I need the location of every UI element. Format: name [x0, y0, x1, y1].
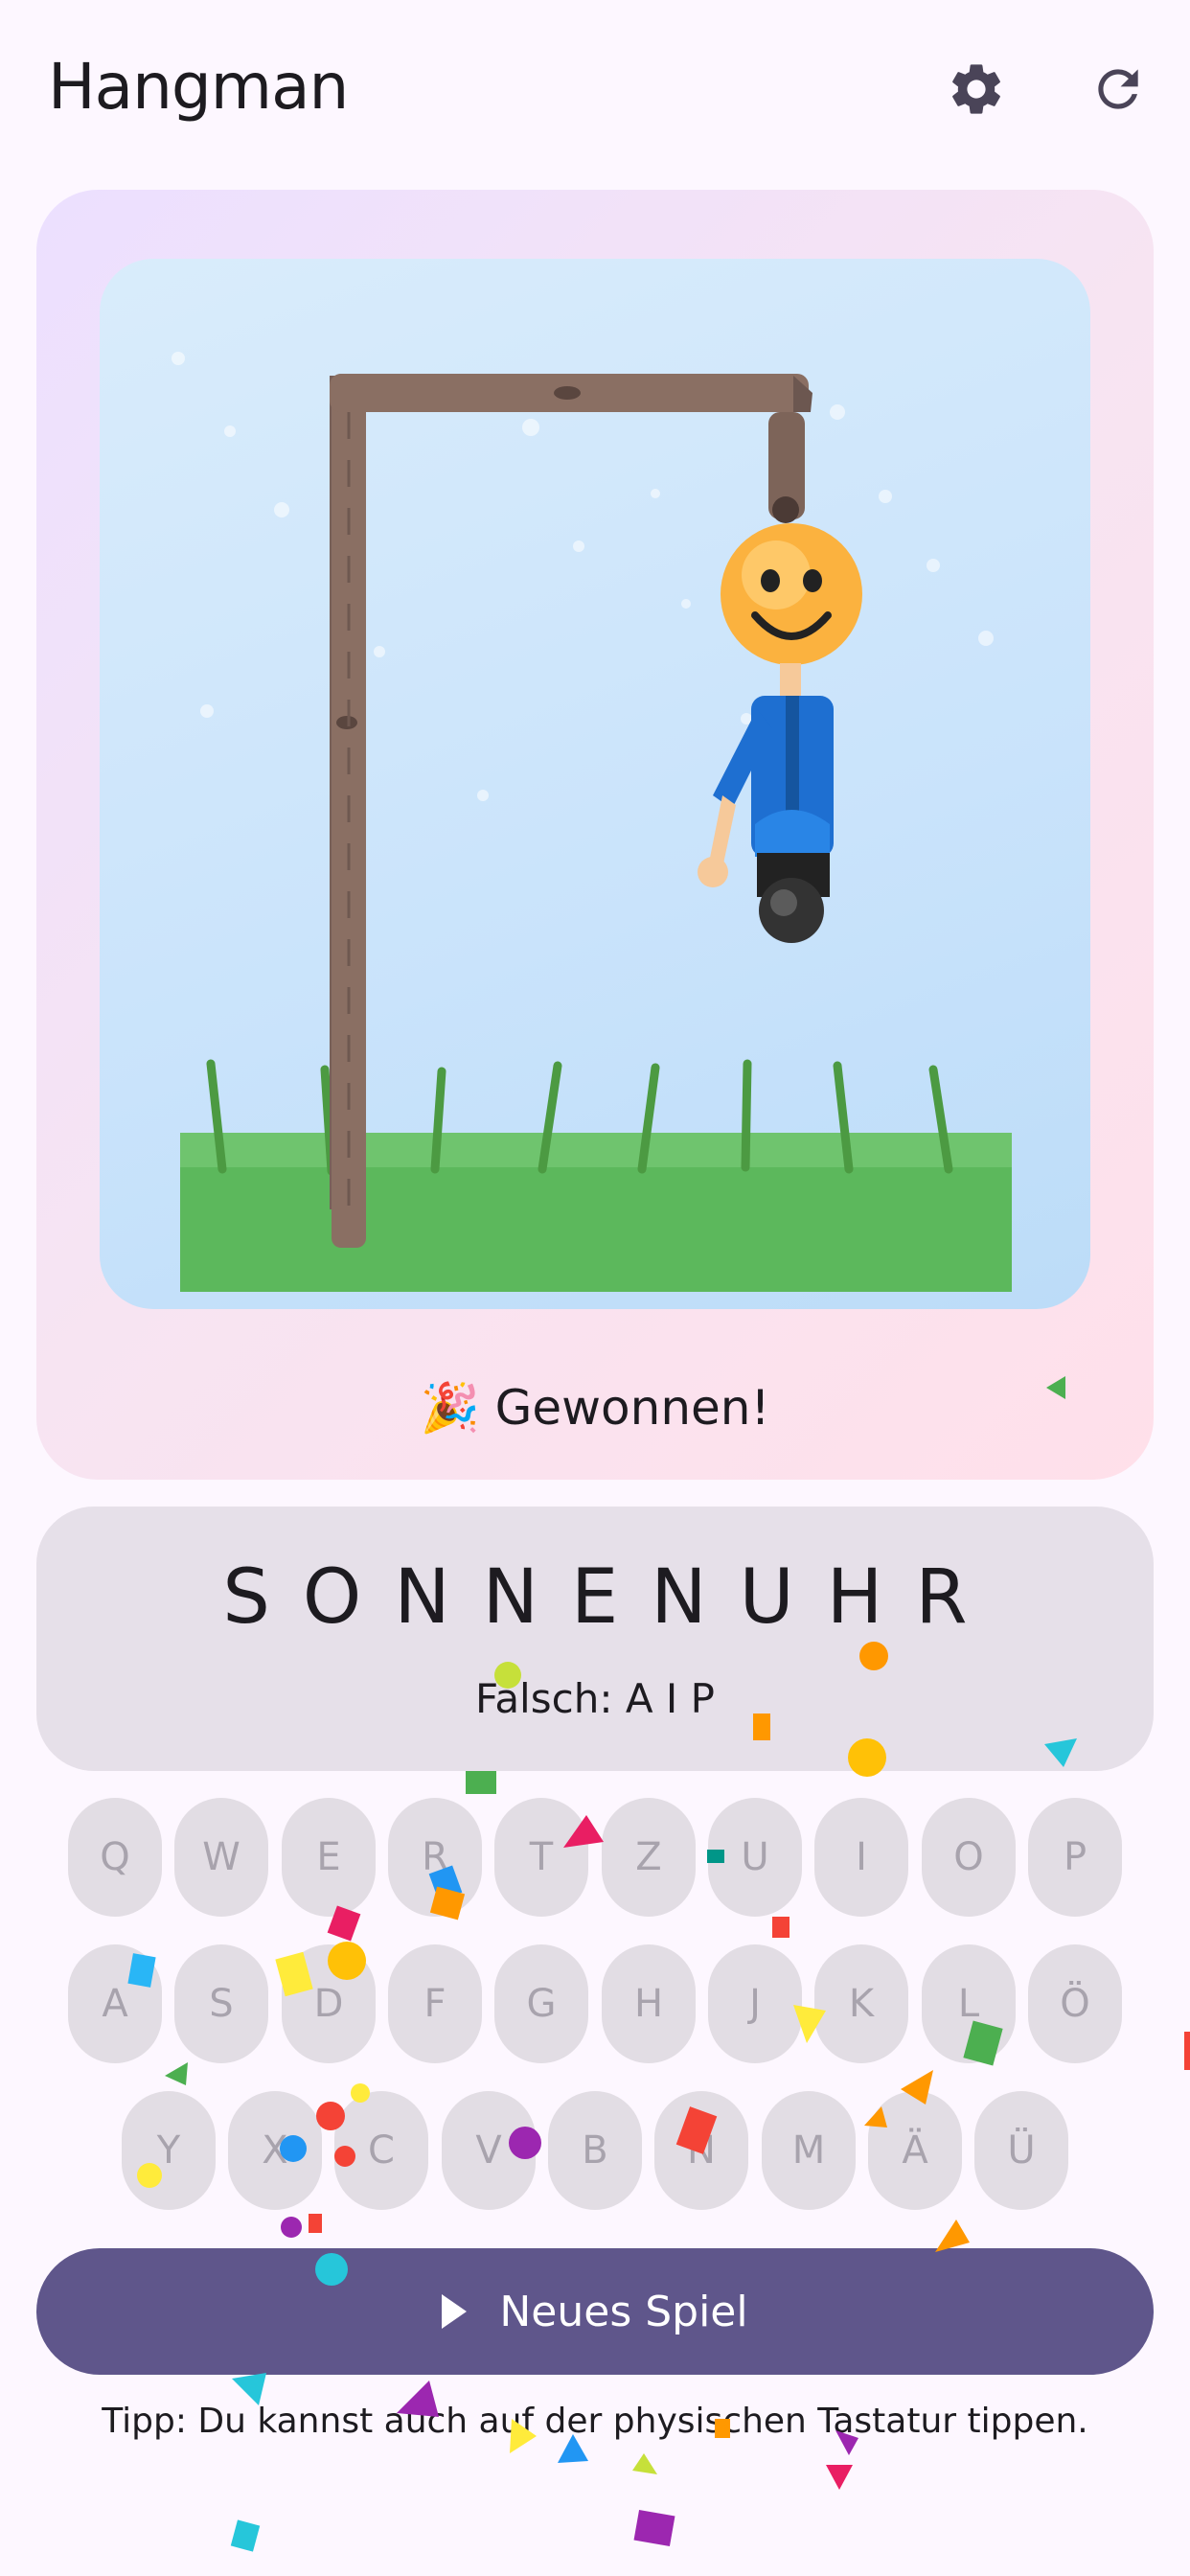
new-game-button[interactable]: Neues Spiel	[36, 2248, 1154, 2375]
key-w[interactable]: W	[174, 1798, 268, 1917]
keyboard-tip: Tipp: Du kannst auch auf der physischen …	[102, 2402, 1088, 2441]
snow-particles	[172, 352, 994, 801]
key-s[interactable]: S	[174, 1944, 268, 2063]
key-m[interactable]: M	[762, 2091, 856, 2210]
key-a[interactable]: A	[68, 1944, 162, 2063]
word-card: SONNENUHR Falsch: A I P	[36, 1506, 1154, 1771]
key-p[interactable]: P	[1028, 1798, 1122, 1917]
key-z[interactable]: Z	[602, 1798, 696, 1917]
hangman-figure	[698, 523, 862, 943]
key-x[interactable]: X	[228, 2091, 322, 2210]
key-d[interactable]: D	[282, 1944, 376, 2063]
key-o-umlaut[interactable]: Ö	[1028, 1944, 1122, 2063]
key-u[interactable]: U	[708, 1798, 802, 1917]
key-i[interactable]: I	[814, 1798, 908, 1917]
restart-button[interactable]	[1065, 36, 1171, 142]
settings-button[interactable]	[924, 36, 1029, 142]
key-v[interactable]: V	[442, 2091, 536, 2210]
key-u-umlaut[interactable]: Ü	[974, 2091, 1068, 2210]
key-e[interactable]: E	[282, 1798, 376, 1917]
refresh-icon	[1098, 69, 1138, 109]
key-f[interactable]: F	[388, 1944, 482, 2063]
key-y[interactable]: Y	[122, 2091, 216, 2210]
gallows	[330, 374, 812, 1248]
key-q[interactable]: Q	[68, 1798, 162, 1917]
wrong-guesses: Falsch: A I P	[475, 1675, 715, 1722]
key-a-umlaut[interactable]: Ä	[868, 2091, 962, 2210]
status-text: Gewonnen!	[494, 1380, 770, 1436]
play-icon	[442, 2294, 468, 2329]
key-n[interactable]: N	[654, 2091, 748, 2210]
app-bar: Hangman	[0, 0, 1190, 182]
key-j[interactable]: J	[708, 1944, 802, 2063]
key-c[interactable]: C	[334, 2091, 428, 2210]
app-title: Hangman	[48, 50, 349, 124]
key-h[interactable]: H	[602, 1944, 696, 2063]
solution-word: SONNENUHR	[222, 1554, 1000, 1641]
key-b[interactable]: B	[548, 2091, 642, 2210]
key-t[interactable]: T	[494, 1798, 588, 1917]
key-k[interactable]: K	[814, 1944, 908, 2063]
key-l[interactable]: L	[922, 1944, 1016, 2063]
new-game-label: Neues Spiel	[499, 2287, 748, 2336]
hangman-scene	[100, 259, 1090, 1309]
game-status: 🎉 Gewonnen!	[0, 1380, 1190, 1437]
key-o[interactable]: O	[922, 1798, 1016, 1917]
key-r[interactable]: R	[388, 1798, 482, 1917]
gear-icon	[952, 64, 1000, 114]
party-popper-icon: 🎉	[420, 1380, 480, 1436]
key-g[interactable]: G	[494, 1944, 588, 2063]
